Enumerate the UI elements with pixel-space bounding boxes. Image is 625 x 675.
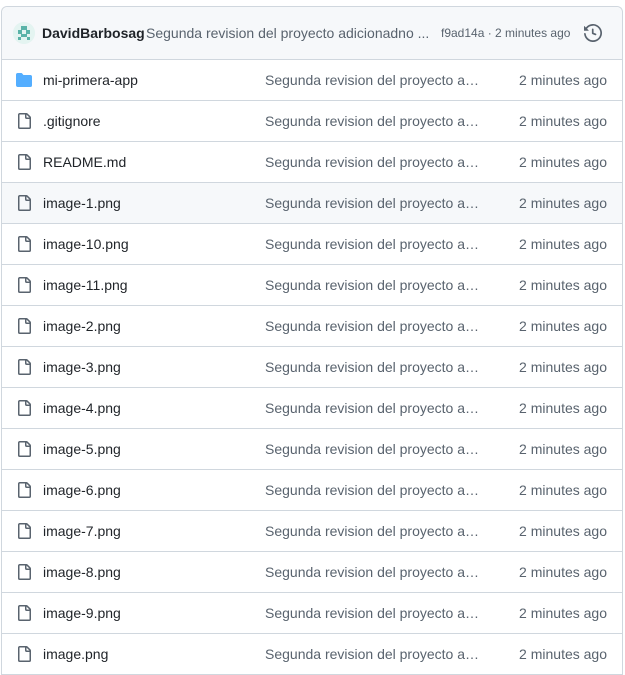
file-icon xyxy=(16,605,32,621)
file-name-link[interactable]: image-3.png xyxy=(43,359,121,375)
file-row[interactable]: image-10.png Segunda revision del proyect… xyxy=(2,224,622,265)
file-icon xyxy=(16,400,32,416)
file-icon xyxy=(16,154,32,170)
file-name-link[interactable]: image-1.png xyxy=(43,195,121,211)
file-commit-message-link[interactable]: Segunda revision del proyecto adi... xyxy=(265,400,486,416)
file-commit-message-link[interactable]: Segunda revision del proyecto adi... xyxy=(265,277,486,293)
file-row[interactable]: .gitignore Segunda revision del proyecto … xyxy=(2,101,622,142)
file-icon xyxy=(16,277,32,293)
file-commit-message-link[interactable]: Segunda revision del proyecto adi... xyxy=(265,564,486,580)
file-icon xyxy=(16,564,32,580)
file-row[interactable]: image-2.png Segunda revision del proyecto… xyxy=(2,306,622,347)
file-commit-date: 2 minutes ago xyxy=(519,605,607,621)
file-commit-message-link[interactable]: Segunda revision del proyecto adi... xyxy=(265,605,486,621)
file-commit-date: 2 minutes ago xyxy=(519,564,607,580)
file-name-link[interactable]: README.md xyxy=(43,154,126,170)
file-commit-date: 2 minutes ago xyxy=(519,154,607,170)
avatar-icon[interactable] xyxy=(13,22,35,44)
file-commit-date: 2 minutes ago xyxy=(519,441,607,457)
file-row[interactable]: image-4.png Segunda revision del proyecto… xyxy=(2,388,622,429)
file-name-link[interactable]: image-7.png xyxy=(43,523,121,539)
file-row[interactable]: image-5.png Segunda revision del proyecto… xyxy=(2,429,622,470)
file-row[interactable]: image-11.png Segunda revision del proyect… xyxy=(2,265,622,306)
file-commit-message-link[interactable]: Segunda revision del proyecto adi... xyxy=(265,646,486,662)
file-icon xyxy=(16,359,32,375)
file-name-link[interactable]: image-6.png xyxy=(43,482,121,498)
file-name-link[interactable]: image-5.png xyxy=(43,441,121,457)
file-commit-date: 2 minutes ago xyxy=(519,646,607,662)
file-list: mi-primera-app Segunda revision del proye… xyxy=(2,60,622,675)
file-commit-message-link[interactable]: Segunda revision del proyecto adi... xyxy=(265,72,486,88)
file-row[interactable]: image-9.png Segunda revision del proyecto… xyxy=(2,593,622,634)
file-name-link[interactable]: image-4.png xyxy=(43,400,121,416)
file-commit-date: 2 minutes ago xyxy=(519,318,607,334)
file-name-link[interactable]: image-8.png xyxy=(43,564,121,580)
file-commit-message-link[interactable]: Segunda revision del proyecto adi... xyxy=(265,318,486,334)
file-commit-message-link[interactable]: Segunda revision del proyecto adi... xyxy=(265,236,486,252)
file-commit-date: 2 minutes ago xyxy=(519,72,607,88)
file-name-link[interactable]: image.png xyxy=(43,646,108,662)
file-name-link[interactable]: image-2.png xyxy=(43,318,121,334)
file-commit-date: 2 minutes ago xyxy=(519,523,607,539)
file-name-link[interactable]: image-9.png xyxy=(43,605,121,621)
file-icon xyxy=(16,236,32,252)
file-name-link[interactable]: image-10.png xyxy=(43,236,129,252)
file-row[interactable]: image-1.png Segunda revision del proyecto… xyxy=(2,183,622,224)
file-commit-message-link[interactable]: Segunda revision del proyecto adi... xyxy=(265,113,486,129)
file-row[interactable]: mi-primera-app Segunda revision del proye… xyxy=(2,60,622,101)
commit-author[interactable]: DavidBarbosag xyxy=(42,25,145,41)
file-icon xyxy=(16,195,32,211)
file-icon xyxy=(16,441,32,457)
file-commit-date: 2 minutes ago xyxy=(519,113,607,129)
file-commit-date: 2 minutes ago xyxy=(519,400,607,416)
file-commit-message-link[interactable]: Segunda revision del proyecto adi... xyxy=(265,359,486,375)
file-commit-message-link[interactable]: Segunda revision del proyecto adi... xyxy=(265,482,486,498)
file-browser: DavidBarbosag Segunda revision del proye… xyxy=(1,6,623,675)
file-commit-message-link[interactable]: Segunda revision del proyecto adi... xyxy=(265,441,486,457)
file-commit-date: 2 minutes ago xyxy=(519,359,607,375)
folder-icon xyxy=(16,72,32,88)
file-row[interactable]: image-3.png Segunda revision del proyecto… xyxy=(2,347,622,388)
file-row[interactable]: image-8.png Segunda revision del proyecto… xyxy=(2,552,622,593)
file-icon xyxy=(16,523,32,539)
file-commit-date: 2 minutes ago xyxy=(519,195,607,211)
file-commit-date: 2 minutes ago xyxy=(519,482,607,498)
file-commit-message-link[interactable]: Segunda revision del proyecto adi... xyxy=(265,523,486,539)
latest-commit-bar: DavidBarbosag Segunda revision del proye… xyxy=(2,7,622,60)
file-name-link[interactable]: mi-primera-app xyxy=(43,72,138,88)
file-commit-date: 2 minutes ago xyxy=(519,236,607,252)
file-icon xyxy=(16,646,32,662)
file-commit-message-link[interactable]: Segunda revision del proyecto adi... xyxy=(265,195,486,211)
file-row[interactable]: image-6.png Segunda revision del proyecto… xyxy=(2,470,622,511)
file-commit-message-link[interactable]: Segunda revision del proyecto adi... xyxy=(265,154,486,170)
commit-message[interactable]: Segunda revision del proyecto adicionadn… xyxy=(146,25,430,41)
history-icon[interactable] xyxy=(584,23,603,43)
file-icon xyxy=(16,113,32,129)
file-row[interactable]: README.md Segunda revision del proyecto a… xyxy=(2,142,622,183)
file-name-link[interactable]: .gitignore xyxy=(43,113,101,129)
file-row[interactable]: image.png Segunda revision del proyecto a… xyxy=(2,634,622,675)
file-icon xyxy=(16,318,32,334)
file-icon xyxy=(16,482,32,498)
file-commit-date: 2 minutes ago xyxy=(519,277,607,293)
file-name-link[interactable]: image-11.png xyxy=(43,277,128,293)
file-row[interactable]: image-7.png Segunda revision del proyecto… xyxy=(2,511,622,552)
commit-meta[interactable]: f9ad14a · 2 minutes ago xyxy=(441,26,570,40)
